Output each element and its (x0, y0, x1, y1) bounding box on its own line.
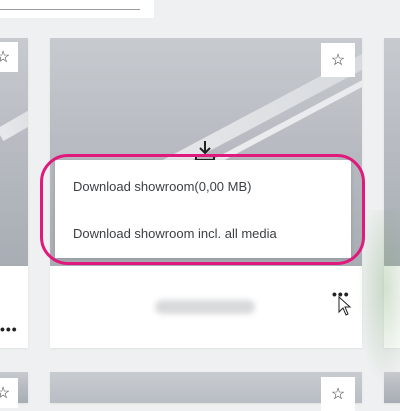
favorite-button[interactable]: ☆ (0, 378, 18, 408)
download-menu: Download showroom(0,00 MB) Download show… (55, 160, 351, 258)
favorite-button[interactable]: ☆ (321, 43, 355, 77)
favorite-button[interactable]: ☆ (321, 377, 355, 411)
star-icon: ☆ (0, 385, 11, 402)
download-showroom-all-media-option[interactable]: Download showroom incl. all media (73, 226, 277, 241)
top-input-underline (0, 9, 140, 10)
showroom-card-left[interactable]: ☆ ••• (0, 38, 28, 348)
mouse-pointer-icon (338, 295, 352, 321)
card-thumbnail (384, 372, 400, 403)
card-thumbnail (0, 38, 28, 266)
showroom-card-bottom-left[interactable]: ☆ (0, 372, 28, 408)
star-icon: ☆ (0, 49, 11, 66)
more-options-icon[interactable]: ••• (0, 321, 18, 337)
showroom-card-bottom[interactable]: ☆ (50, 372, 362, 411)
card-title-blurred (155, 300, 255, 314)
star-icon: ☆ (330, 52, 346, 69)
download-showroom-option[interactable]: Download showroom(0,00 MB) (73, 179, 251, 194)
card-thumbnail (50, 372, 362, 403)
favorite-button[interactable]: ☆ (0, 42, 18, 72)
showroom-card-bottom-right[interactable] (384, 372, 400, 403)
star-icon: ☆ (330, 386, 346, 403)
